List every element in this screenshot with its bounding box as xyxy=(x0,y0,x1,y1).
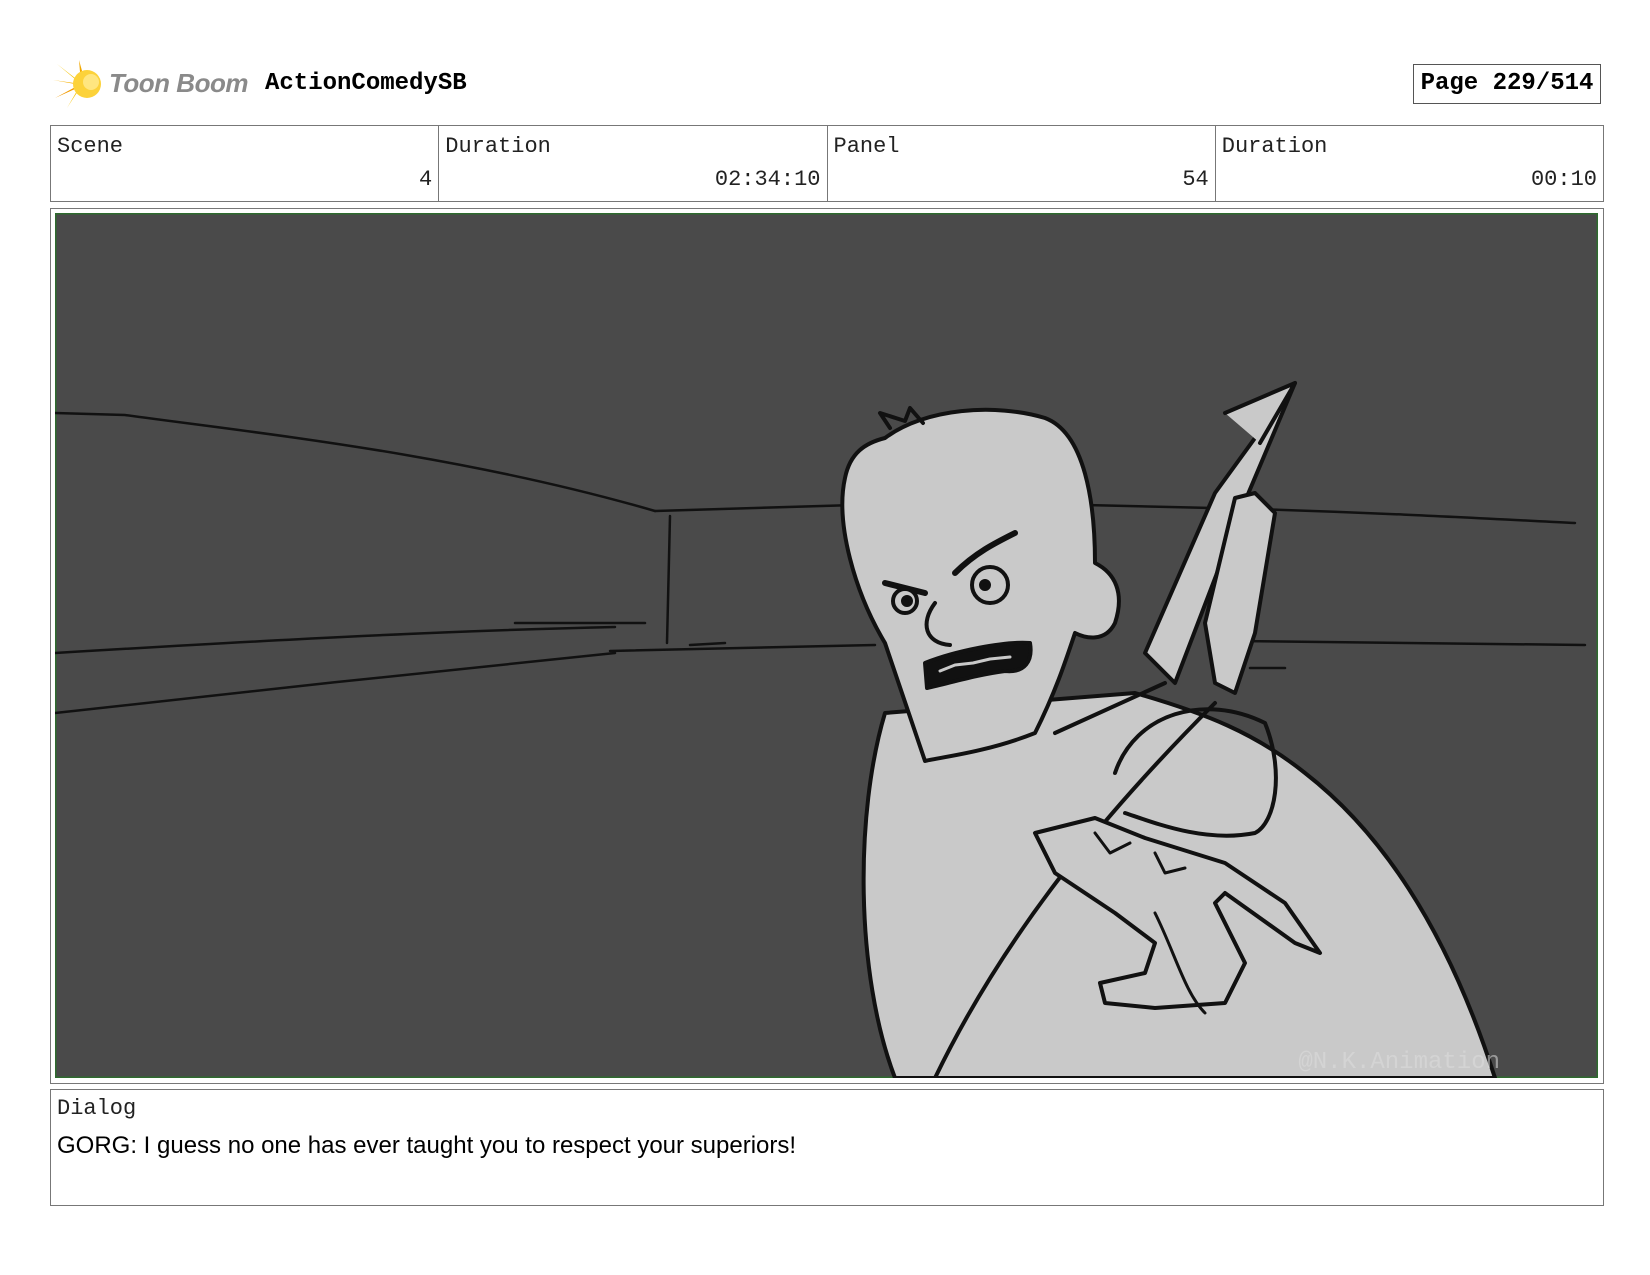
scene-info-table: Scene 4 Duration 02:34:10 Panel 54 Durat… xyxy=(50,125,1604,202)
page-header: Toon Boom ActionComedySB xyxy=(53,58,1613,110)
scene-value: 4 xyxy=(419,167,433,192)
scene-duration-cell: Duration 02:34:10 xyxy=(439,126,828,201)
scene-cell: Scene 4 xyxy=(51,126,440,201)
storyboard-panel: @N.K.Animation xyxy=(50,208,1604,1084)
project-name: ActionComedySB xyxy=(265,70,467,97)
panel-value: 54 xyxy=(1182,167,1209,192)
scene-duration-label: Duration xyxy=(445,134,551,159)
panel-duration-value: 00:10 xyxy=(1530,167,1597,192)
panel-duration-label: Duration xyxy=(1221,134,1328,159)
scene-label: Scene xyxy=(57,134,124,159)
dialog-text: GORG: I guess no one has ever taught you… xyxy=(57,1132,797,1159)
starburst-icon xyxy=(53,60,101,108)
logo-text: Toon Boom xyxy=(109,68,248,98)
scene-duration-value: 02:34:10 xyxy=(714,167,821,192)
dialog-box: Dialog GORG: I guess no one has ever tau… xyxy=(50,1089,1604,1206)
dialog-label: Dialog xyxy=(57,1096,137,1121)
panel-cell: Panel 54 xyxy=(828,126,1216,201)
panel-duration-cell: Duration 00:10 xyxy=(1216,126,1603,201)
watermark: @N.K.Animation xyxy=(1298,1049,1500,1076)
panel-label: Panel xyxy=(833,134,900,159)
panel-drawing: @N.K.Animation xyxy=(55,213,1598,1078)
toon-boom-logo: Toon Boom xyxy=(53,58,253,110)
page-indicator: Page 229/514 xyxy=(1413,64,1601,104)
